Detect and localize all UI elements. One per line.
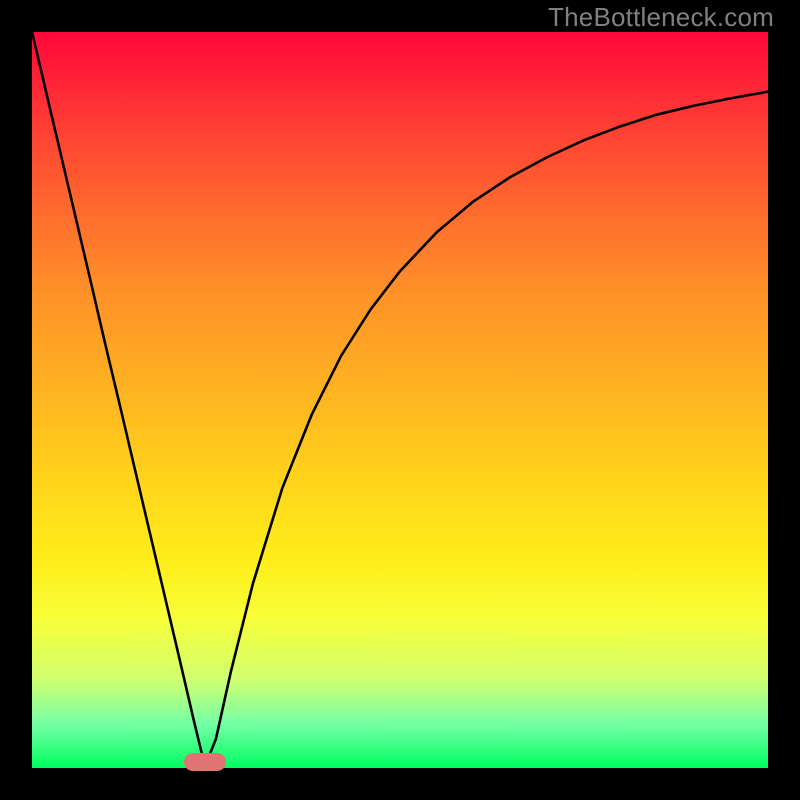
bottleneck-curve xyxy=(32,32,768,767)
chart-frame: TheBottleneck.com xyxy=(0,0,800,800)
watermark-text: TheBottleneck.com xyxy=(548,2,774,33)
curve-svg xyxy=(32,32,768,768)
optimal-point-marker xyxy=(184,753,226,771)
